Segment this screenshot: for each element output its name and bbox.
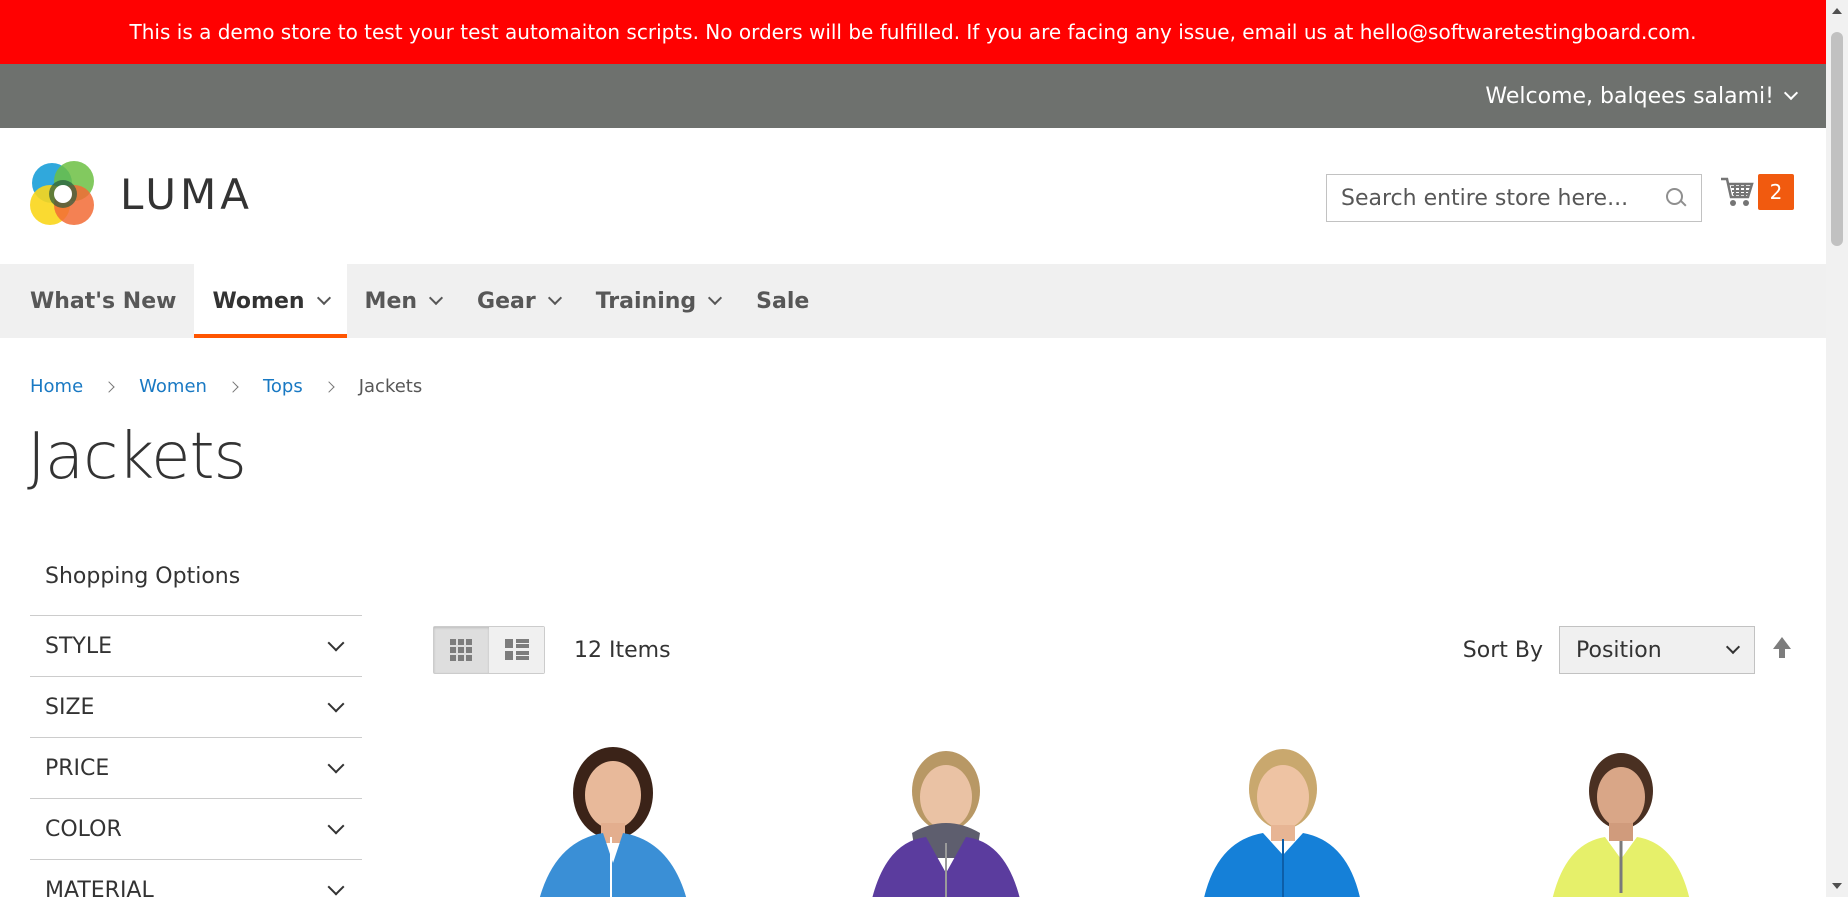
shopping-options-title: Shopping Options	[45, 564, 241, 589]
chevron-down-icon	[327, 634, 345, 652]
product-item-jacket-blue[interactable]	[493, 733, 733, 897]
nav-item-men[interactable]: Men	[347, 264, 459, 338]
main-nav: What's New Women Men Gear Training Sale	[0, 264, 1826, 338]
product-item-jacket-lime[interactable]	[1501, 733, 1741, 897]
product-image[interactable]	[493, 733, 733, 897]
chevron-down-icon	[1725, 639, 1741, 655]
welcome-message: Welcome, balqees salami!	[1485, 83, 1774, 109]
customer-welcome-menu[interactable]: Welcome, balqees salami!	[1485, 83, 1799, 109]
nav-item-label: Sale	[756, 288, 810, 314]
chevron-down-icon	[327, 878, 345, 896]
filter-label: PRICE	[45, 755, 110, 781]
minicart[interactable]: 2	[1720, 174, 1794, 210]
nav-item-label: Gear	[477, 288, 536, 314]
scroll-down-arrow-icon[interactable]	[1832, 883, 1842, 889]
scroll-thumb[interactable]	[1831, 32, 1843, 246]
nav-item-label: Women	[212, 288, 305, 314]
filter-style[interactable]: STYLE	[30, 615, 362, 676]
list-mode-button[interactable]	[489, 627, 544, 673]
chevron-down-icon	[708, 290, 723, 306]
sort-by-select[interactable]: Position	[1559, 626, 1755, 674]
scroll-up-arrow-icon[interactable]	[1832, 8, 1842, 14]
nav-item-training[interactable]: Training	[578, 264, 738, 338]
grid-icon	[449, 639, 474, 661]
sort-by-label: Sort By	[1462, 637, 1543, 663]
grid-mode-button[interactable]	[434, 627, 489, 673]
nav-item-gear[interactable]: Gear	[459, 264, 578, 338]
toolbar-amount: 12 Items	[574, 638, 671, 663]
sort-by-value: Position	[1576, 637, 1662, 663]
site-header: LUMA 2	[0, 128, 1826, 264]
list-icon	[504, 639, 529, 661]
search-input[interactable]	[1341, 185, 1665, 211]
demo-notice-bar: This is a demo store to test your test a…	[0, 0, 1826, 64]
product-item-jacket-bright-blue[interactable]	[1159, 733, 1399, 897]
nav-item-sale[interactable]: Sale	[738, 264, 827, 338]
products-toolbar: 12 Items Sort By Position	[433, 626, 1795, 674]
page-scrollbar[interactable]	[1826, 0, 1848, 897]
demo-notice-text: This is a demo store to test your test a…	[129, 20, 1697, 44]
sorter: Sort By Position	[1463, 626, 1795, 674]
chevron-down-icon	[428, 290, 444, 306]
filter-label: STYLE	[45, 633, 112, 659]
chevron-right-icon	[323, 380, 335, 393]
filter-material[interactable]: MATERIAL	[30, 859, 362, 897]
product-image[interactable]	[1159, 733, 1399, 897]
nav-item-whats-new[interactable]: What's New	[12, 264, 194, 338]
page: This is a demo store to test your test a…	[0, 0, 1826, 897]
chevron-down-icon	[327, 695, 345, 713]
breadcrumb: Home Women Tops Jackets	[30, 376, 422, 397]
breadcrumb-current: Jackets	[358, 376, 423, 397]
nav-item-label: Training	[595, 288, 697, 314]
chevron-down-icon	[327, 817, 345, 835]
nav-item-label: Men	[364, 288, 418, 314]
layered-navigation: Shopping Options STYLE SIZE PRICE COLOR …	[30, 560, 362, 897]
search-icon[interactable]	[1665, 187, 1687, 209]
cart-count-badge[interactable]: 2	[1758, 174, 1794, 210]
logo-text: LUMA	[120, 169, 254, 219]
chevron-right-icon	[103, 380, 115, 393]
product-image[interactable]	[1501, 733, 1741, 897]
breadcrumb-women[interactable]: Women	[139, 376, 207, 397]
page-title: Jackets	[27, 420, 247, 494]
filter-color[interactable]: COLOR	[30, 798, 362, 859]
filter-size[interactable]: SIZE	[30, 676, 362, 737]
product-grid	[433, 733, 1795, 897]
filter-label: COLOR	[45, 816, 122, 842]
filter-price[interactable]: PRICE	[30, 737, 362, 798]
view-mode-switcher	[433, 626, 545, 674]
product-image[interactable]	[826, 733, 1066, 897]
chevron-down-icon	[547, 290, 562, 306]
nav-item-label: What's New	[30, 288, 177, 314]
chevron-down-icon[interactable]	[1783, 85, 1799, 101]
chevron-down-icon	[316, 290, 331, 306]
chevron-down-icon	[327, 756, 345, 774]
nav-item-women[interactable]: Women	[194, 264, 347, 338]
sort-direction-arrow-icon[interactable]	[1769, 635, 1795, 665]
filter-label: MATERIAL	[45, 877, 154, 897]
breadcrumb-tops[interactable]: Tops	[263, 376, 303, 397]
breadcrumb-home[interactable]: Home	[30, 376, 83, 397]
chevron-right-icon	[227, 380, 239, 393]
search-box	[1326, 174, 1702, 222]
luma-logo-icon	[30, 161, 94, 225]
filter-label: SIZE	[45, 694, 95, 720]
product-item-jacket-purple[interactable]	[826, 733, 1066, 897]
luma-logo[interactable]: LUMA	[30, 161, 253, 227]
panel-header: Welcome, balqees salami!	[0, 64, 1826, 128]
cart-icon[interactable]	[1720, 176, 1754, 208]
